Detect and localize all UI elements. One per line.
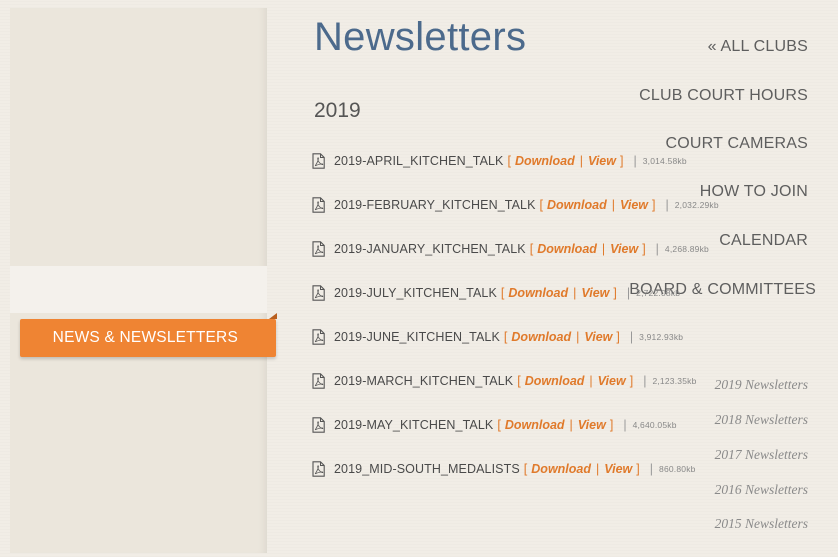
- sidebar-item-all-clubs[interactable]: « ALL CLUBS: [708, 38, 808, 56]
- size-separator: |: [643, 374, 647, 388]
- file-name: 2019-MARCH_KITCHEN_TALK: [334, 374, 514, 388]
- file-name: 2019-JULY_KITCHEN_TALK: [334, 286, 497, 300]
- download-link[interactable]: Download: [547, 198, 607, 212]
- pdf-file-icon: [312, 373, 325, 389]
- close-bracket: ]: [609, 418, 614, 432]
- sidebar-item-news-newsletters[interactable]: NEWS & NEWSLETTERS: [20, 313, 277, 357]
- close-bracket: ]: [652, 198, 656, 212]
- file-size: 860.80kb: [659, 464, 696, 474]
- sidebar-item-calendar[interactable]: CALENDAR: [719, 232, 808, 250]
- sidebar-item-board-bg: [10, 266, 267, 313]
- sidebar-item-news-newsletters-label: NEWS & NEWSLETTERS: [52, 329, 238, 346]
- close-bracket: ]: [613, 286, 617, 300]
- file-size: 2,722.08kb: [636, 288, 681, 298]
- file-row: 2019-APRIL_KITCHEN_TALK[ Download | View] | 3…: [312, 150, 687, 172]
- size-separator: |: [633, 154, 637, 168]
- page-title: Newsletters: [314, 15, 527, 59]
- open-bracket: [: [503, 330, 508, 344]
- size-separator: |: [649, 462, 654, 476]
- open-bracket: [: [517, 374, 521, 388]
- size-separator: |: [623, 418, 627, 432]
- file-row: 2019_MID-SOUTH_MEDALISTS[Download | View] |…: [312, 458, 696, 480]
- download-link[interactable]: Download: [508, 286, 568, 300]
- open-bracket: [: [529, 242, 534, 256]
- view-link[interactable]: View: [604, 462, 632, 476]
- subnav-2018-newsletters[interactable]: 2018 Newsletters: [715, 412, 808, 428]
- open-bracket: [: [500, 286, 505, 300]
- close-bracket: ]: [642, 242, 646, 256]
- file-name: 2019-JUNE_KITCHEN_TALK: [334, 330, 500, 344]
- open-bracket: [: [497, 418, 501, 432]
- close-bracket: ]: [616, 330, 620, 344]
- pdf-file-icon: [312, 197, 325, 213]
- open-bracket: [: [507, 154, 511, 168]
- file-row: 2019-JUNE_KITCHEN_TALK[Download | View] | 3,…: [312, 326, 683, 348]
- close-bracket: ]: [636, 462, 640, 476]
- view-link[interactable]: View: [581, 286, 609, 300]
- file-size: 3,912.93kb: [639, 332, 684, 342]
- year-heading: 2019: [314, 99, 361, 122]
- pdf-file-icon: [312, 329, 325, 345]
- download-link[interactable]: Download: [515, 154, 575, 168]
- sidebar-item-court-cameras[interactable]: COURT CAMERAS: [666, 135, 808, 153]
- link-separator: |: [579, 154, 583, 168]
- view-link[interactable]: View: [610, 242, 638, 256]
- sidebar-item-club-court-hours[interactable]: CLUB COURT HOURS: [639, 87, 808, 105]
- page: « ALL CLUBS CLUB COURT HOURS COURT CAMER…: [0, 0, 838, 557]
- file-name: 2019-JANUARY_KITCHEN_TALK: [334, 242, 526, 256]
- file-size: 2,123.35kb: [652, 376, 697, 386]
- link-separator: |: [569, 418, 573, 432]
- pdf-file-icon: [312, 241, 325, 257]
- file-name: 2019_MID-SOUTH_MEDALISTS: [334, 462, 520, 476]
- file-name: 2019-APRIL_KITCHEN_TALK: [334, 154, 504, 168]
- link-separator: |: [611, 198, 615, 212]
- download-link[interactable]: Download: [511, 330, 571, 344]
- download-link[interactable]: Download: [537, 242, 597, 256]
- view-link[interactable]: View: [620, 198, 648, 212]
- view-link[interactable]: View: [578, 418, 606, 432]
- file-row: 2019-FEBRUARY_KITCHEN_TALK[ Download | View…: [312, 194, 719, 216]
- file-row: 2019-JULY_KITCHEN_TALK[Download | View] | 2,…: [312, 282, 680, 304]
- pdf-file-icon: [312, 153, 325, 169]
- file-name: 2019-FEBRUARY_KITCHEN_TALK: [334, 198, 536, 212]
- download-link[interactable]: Download: [505, 418, 565, 432]
- file-size: 4,640.05kb: [632, 420, 677, 430]
- view-link[interactable]: View: [588, 154, 616, 168]
- pdf-file-icon: [312, 285, 325, 301]
- pdf-file-icon: [312, 461, 325, 477]
- open-bracket: [: [523, 462, 528, 476]
- pdf-file-icon: [312, 417, 325, 433]
- size-separator: |: [655, 242, 659, 256]
- link-separator: |: [601, 242, 606, 256]
- size-separator: |: [629, 330, 634, 344]
- file-row: 2019-JANUARY_KITCHEN_TALK[Download | View]…: [312, 238, 709, 260]
- subnav-2016-newsletters[interactable]: 2016 Newsletters: [715, 482, 808, 498]
- subnav-2017-newsletters[interactable]: 2017 Newsletters: [715, 447, 808, 463]
- link-separator: |: [596, 462, 600, 476]
- file-row: 2019-MAY_KITCHEN_TALK[ Download | View] | 4,6…: [312, 414, 677, 436]
- size-separator: |: [665, 198, 669, 212]
- file-size: 3,014.58kb: [642, 156, 687, 166]
- link-separator: |: [576, 330, 580, 344]
- file-size: 4,268.89kb: [664, 244, 709, 254]
- file-size: 2,032.29kb: [674, 200, 719, 210]
- size-separator: |: [626, 286, 631, 300]
- view-link[interactable]: View: [598, 374, 626, 388]
- open-bracket: [: [539, 198, 543, 212]
- close-bracket: ]: [619, 154, 624, 168]
- view-link[interactable]: View: [584, 330, 612, 344]
- file-row: 2019-MARCH_KITCHEN_TALK[ Download | View] | 2…: [312, 370, 697, 392]
- file-name: 2019-MAY_KITCHEN_TALK: [334, 418, 494, 432]
- close-bracket: ]: [629, 374, 634, 388]
- subnav-2019-newsletters[interactable]: 2019 Newsletters: [715, 377, 808, 393]
- download-link[interactable]: Download: [531, 462, 591, 476]
- subnav-2015-newsletters[interactable]: 2015 Newsletters: [715, 516, 808, 532]
- link-separator: |: [589, 374, 593, 388]
- download-link[interactable]: Download: [525, 374, 585, 388]
- link-separator: |: [573, 286, 577, 300]
